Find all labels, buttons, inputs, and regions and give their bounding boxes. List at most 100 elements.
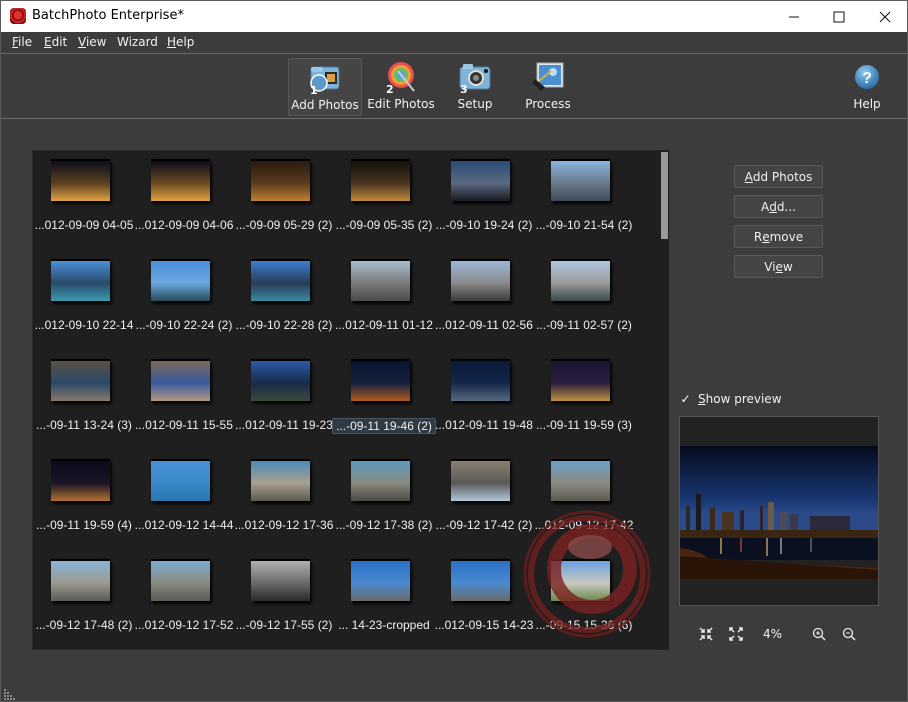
photo-thumbnail[interactable] [551,459,610,501]
menu-wizard[interactable]: Wizard [117,35,158,49]
photo-thumbnail[interactable] [351,359,410,401]
photo-item[interactable]: ...-09-10 22-28 (2) [234,251,334,351]
photo-item[interactable]: ...-09-11 13-24 (3) [34,351,134,451]
menu-label: ile [18,35,33,49]
menu-edit[interactable]: Edit [44,35,67,49]
photo-item[interactable]: ...-09-11 19-59 (4) [34,451,134,551]
photo-item[interactable]: ...012-09-11 02-56 [434,251,534,351]
photo-item[interactable]: ...012-09-09 04-06 [134,151,234,251]
photo-thumbnail[interactable] [51,559,110,601]
maximize-button[interactable] [816,1,862,32]
minimize-button[interactable] [771,1,817,32]
checkbox-check-icon[interactable]: ✓ [679,392,692,406]
photo-item[interactable]: ...-09-11 02-57 (2) [534,251,634,351]
photo-item[interactable]: ...-09-10 21-54 (2) [534,151,634,251]
help-icon: ? [850,61,884,93]
photo-thumbnail[interactable] [151,359,210,401]
photo-item[interactable]: ...012-09-09 04-05 [34,151,134,251]
resize-grip-icon[interactable] [3,689,15,701]
photo-item[interactable]: ...-09-09 05-35 (2) [334,151,434,251]
photo-item[interactable]: ...-09-12 17-42 (2) [434,451,534,551]
photo-item[interactable]: ...-09-15 15-36 (6) [534,551,634,649]
photo-item[interactable]: ...-09-10 22-24 (2) [134,251,234,351]
photo-caption: ...-09-10 19-24 (2) [435,218,533,232]
view-button[interactable]: Vi e w [734,255,823,278]
photo-item[interactable]: ...012-09-11 19-48 [434,351,534,451]
photo-thumbnail[interactable] [551,559,610,601]
menu-help[interactable]: Help [167,35,194,49]
photo-thumbnail[interactable] [451,359,510,401]
photo-thumbnail[interactable] [451,559,510,601]
step-add-photos-button[interactable]: 1 Add Photos [288,58,362,116]
title-bar: BatchPhoto Enterprise* [1,1,907,32]
add-photos-button[interactable]: Add Photos [734,165,823,188]
photo-thumbnail[interactable] [51,459,110,501]
photo-item[interactable]: ...-09-09 05-29 (2) [234,151,334,251]
photo-thumbnail[interactable] [451,459,510,501]
photo-thumbnail[interactable] [451,159,510,201]
step-edit-photos-button[interactable]: 2 Edit Photos [366,58,436,116]
photo-thumbnail[interactable] [351,459,410,501]
photo-caption: ...-09-11 02-57 (2) [536,318,632,332]
photo-caption: ...-09-10 22-28 (2) [235,318,333,332]
photo-item[interactable]: ...-09-10 19-24 (2) [434,151,534,251]
scrollbar-thumb[interactable] [661,152,668,239]
photo-grid[interactable]: ...012-09-09 04-05 ...012-09-09 04-06 ...-… [32,150,668,650]
photo-item[interactable]: ...012-09-11 01-12 [334,251,434,351]
step-label: Edit Photos [367,97,435,111]
actual-size-button[interactable] [725,624,747,644]
help-button[interactable]: ? Help [847,58,887,116]
photo-thumbnail[interactable] [351,159,410,201]
photo-thumbnail[interactable] [351,259,410,301]
photo-thumbnail[interactable] [151,559,210,601]
photo-thumbnail[interactable] [251,159,310,201]
add-button[interactable]: Ad d... [734,195,823,218]
photo-item[interactable]: ...-09-12 17-55 (2) [234,551,334,649]
button-label: R [753,229,763,244]
fit-to-window-button[interactable] [695,624,717,644]
photo-item[interactable]: ...012-09-12 17-52 [134,551,234,649]
remove-button[interactable]: Re move [734,225,823,248]
photo-item[interactable]: ...-09-12 17-48 (2) [34,551,134,649]
menu-label: dit [51,35,68,49]
close-button[interactable] [862,1,908,32]
zoom-in-button[interactable] [808,624,830,644]
photo-thumbnail[interactable] [251,559,310,601]
photo-thumbnail[interactable] [251,259,310,301]
photo-caption: ...012-09-11 15-55 [135,418,233,432]
photo-thumbnail[interactable] [551,259,610,301]
photo-thumbnail[interactable] [151,159,210,201]
menu-file[interactable]: File [12,35,32,49]
photo-thumbnail[interactable] [151,459,210,501]
grid-scrollbar[interactable] [661,150,669,650]
photo-thumbnail[interactable] [251,459,310,501]
photo-item[interactable]: ...-09-11 19-46 (2) [332,351,436,451]
photo-item[interactable]: ...012-09-12 14-44 [134,451,234,551]
photo-thumbnail[interactable] [51,359,110,401]
photo-item[interactable]: ...-09-11 19-59 (3) [534,351,634,451]
photo-item[interactable]: ... 14-23-cropped [334,551,434,649]
photo-item[interactable]: ...-09-12 17-38 (2) [334,451,434,551]
photo-item[interactable]: ...012-09-11 19-23 [234,351,334,451]
photo-item[interactable]: ...012-09-12 17-36 [234,451,334,551]
photo-thumbnail[interactable] [51,159,110,201]
menu-view[interactable]: View [78,35,106,49]
photo-item[interactable]: ...012-09-12 17-42 [534,451,634,551]
photo-thumbnail[interactable] [551,359,610,401]
help-label: Help [853,97,881,111]
photo-item[interactable]: ...012-09-11 15-55 [134,351,234,451]
zoom-out-button[interactable] [838,624,860,644]
photo-item[interactable]: ...012-09-15 14-23 [434,551,534,649]
photo-thumbnail[interactable] [151,259,210,301]
photo-thumbnail[interactable] [351,559,410,601]
step-label: Setup [457,97,493,111]
photo-thumbnail[interactable] [251,359,310,401]
photo-thumbnail[interactable] [451,259,510,301]
photo-thumbnail[interactable] [551,159,610,201]
photo-item[interactable]: ...012-09-10 22-14 [34,251,134,351]
photo-caption: ...-09-12 17-38 (2) [335,518,433,532]
photo-thumbnail[interactable] [51,259,110,301]
step-setup-button[interactable]: 3 Setup [449,58,501,116]
show-preview-checkbox[interactable]: ✓ Show preview [679,392,781,406]
step-process-button[interactable]: Process [523,58,573,116]
